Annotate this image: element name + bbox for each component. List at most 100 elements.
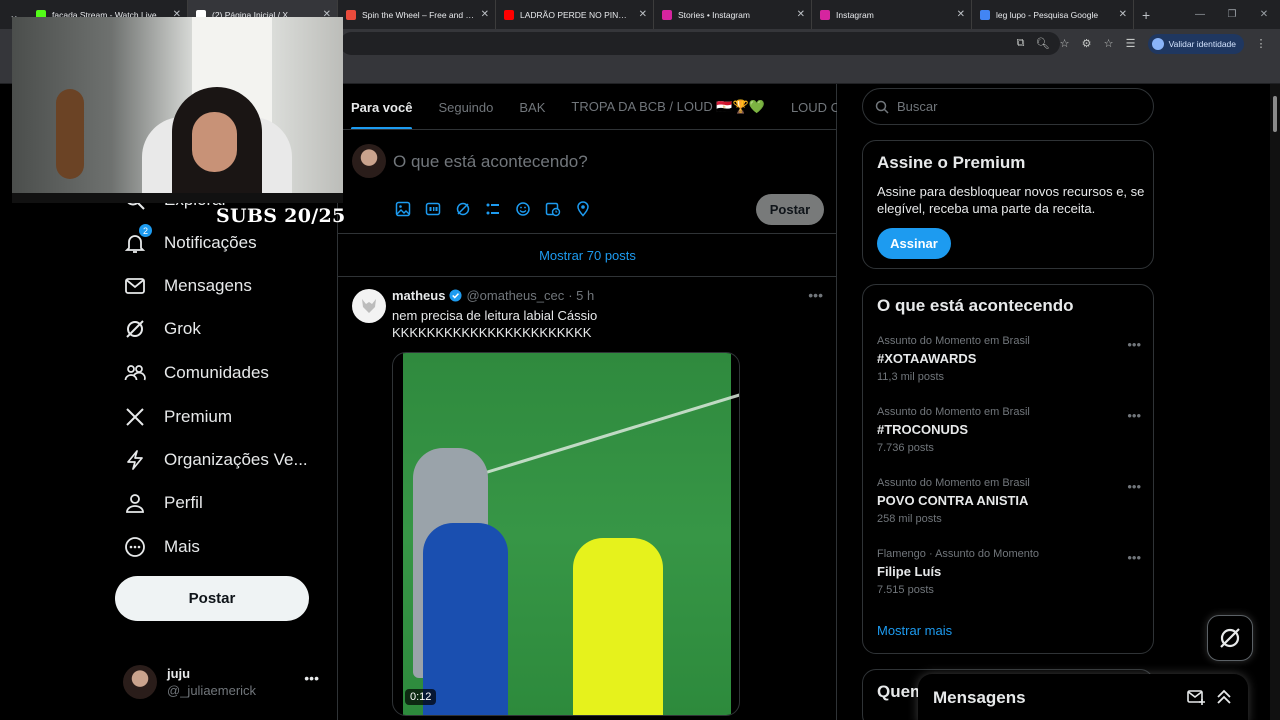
trend-more-icon[interactable]: •••	[1127, 337, 1141, 352]
minimize-icon[interactable]: —	[1184, 9, 1216, 20]
bell-icon: 2	[123, 224, 152, 255]
window-controls: — ❐ ✕	[1184, 0, 1280, 29]
kebab-menu-icon[interactable]: ⋮	[1250, 33, 1272, 55]
show-new-posts-link[interactable]: Mostrar 70 posts	[338, 234, 837, 277]
image-icon[interactable]	[394, 200, 412, 218]
tab-close-icon[interactable]: ✕	[639, 9, 647, 20]
nav-item-mensagens[interactable]: Mensagens	[123, 268, 252, 304]
nav-item-organiza-es-ve[interactable]: Organizações Ve...	[123, 442, 308, 478]
browser-tab[interactable]: Stories • Instagram ✕	[654, 0, 812, 29]
x-logo-icon	[123, 405, 147, 429]
messages-drawer[interactable]: Mensagens	[918, 674, 1248, 720]
search-input[interactable]	[897, 99, 1137, 114]
more-dots-icon[interactable]: •••	[304, 670, 319, 686]
tweet-author-name[interactable]: matheus	[392, 288, 445, 303]
search-box[interactable]	[862, 88, 1154, 125]
timeline-tab[interactable]: Para você	[338, 84, 425, 129]
browser-tab[interactable]: LADRÃO PERDE NO PINOTE E ✕	[496, 0, 654, 29]
zoom-icon[interactable]: 🔍︎	[1032, 33, 1054, 55]
nav-item-premium[interactable]: Premium	[123, 399, 232, 435]
schedule-icon[interactable]	[544, 200, 562, 218]
validar-identidade-button[interactable]: Validar identidade	[1147, 33, 1244, 54]
grok-floating-button[interactable]	[1207, 615, 1253, 661]
close-window-icon[interactable]: ✕	[1248, 9, 1280, 20]
nav-item-grok[interactable]: Grok	[123, 311, 201, 347]
trend-context: Assunto do Momento em Brasil	[877, 406, 1030, 418]
trend-item[interactable]: Assunto do Momento em Brasil POVO CONTRA …	[877, 477, 1147, 537]
tab-favicon-icon	[346, 9, 356, 20]
bookmark-star-icon[interactable]: ☆	[1054, 33, 1076, 55]
browser-tab[interactable]: Instagram ✕	[812, 0, 972, 29]
nav-item-label: Grok	[164, 319, 201, 338]
tweet-more-icon[interactable]: •••	[808, 287, 823, 303]
tab-label: Stories • Instagram	[678, 9, 750, 20]
page-scrollbar[interactable]	[1270, 84, 1280, 720]
subscribe-button[interactable]: Assinar	[877, 228, 951, 259]
trend-context: Assunto do Momento em Brasil	[877, 335, 1030, 347]
tweet-author-handle[interactable]: @omatheus_cec	[466, 288, 564, 303]
timeline-tab[interactable]: Seguindo	[425, 84, 506, 129]
trend-post-count: 258 mil posts	[877, 513, 942, 525]
profile-avatar-icon	[1151, 37, 1164, 50]
tweet-text: nem precisa de leitura labial Cássio KKK…	[392, 308, 598, 340]
grok-icon[interactable]	[454, 200, 472, 218]
tab-close-icon[interactable]: ✕	[957, 9, 965, 20]
install-app-icon[interactable]: ⧉	[1010, 33, 1032, 55]
nav-item-label: Mais	[164, 537, 200, 556]
trend-name: POVO CONTRA ANISTIA	[877, 493, 1029, 508]
address-bar[interactable]	[340, 32, 1060, 55]
subs-counter: SUBS 20/25	[216, 205, 346, 227]
timeline-tabs: Para você Seguindo BAK TROPA DA BCB / LOUD …	[338, 84, 837, 130]
post-button[interactable]: Postar	[115, 576, 309, 621]
timeline-tab[interactable]: TROPA DA BCB / LOUD 🇪🇬🏆💚	[558, 84, 778, 129]
nav-item-notifica-es[interactable]: 2 Notificações	[123, 224, 257, 261]
account-switcher[interactable]: juju @_juliaemerick •••	[123, 660, 333, 704]
account-name: juju	[167, 666, 191, 681]
location-icon[interactable]	[574, 200, 592, 218]
expand-chevrons-icon[interactable]	[1214, 687, 1234, 707]
trend-context: Flamengo · Assunto do Momento	[877, 548, 1040, 560]
new-message-icon[interactable]	[1186, 687, 1206, 707]
trend-more-icon[interactable]: •••	[1127, 479, 1141, 494]
tab-favicon-icon	[662, 9, 672, 20]
nav-item-mais[interactable]: Mais	[123, 529, 200, 565]
show-more-link[interactable]: Mostrar mais	[877, 623, 952, 638]
lightning-icon	[123, 448, 147, 472]
composer: O que está acontecendo? Postar	[338, 130, 837, 234]
browser-tab[interactable]: Spin the Wheel – Free and easy ✕	[338, 0, 496, 29]
restore-icon[interactable]: ❐	[1216, 9, 1248, 20]
tab-favicon-icon	[980, 9, 990, 20]
grok-icon	[1220, 628, 1240, 648]
nav-item-comunidades[interactable]: Comunidades	[123, 355, 269, 391]
tab-close-icon[interactable]: ✕	[1119, 9, 1127, 20]
tweet[interactable]: matheus @omatheus_cec · 5 h ••• nem prec…	[338, 277, 837, 720]
new-tab-button[interactable]: +	[1142, 7, 1150, 23]
nav-item-perfil[interactable]: Perfil	[123, 485, 203, 521]
timeline-tab[interactable]: LOUD Co	[778, 84, 837, 129]
compose-post-button[interactable]: Postar	[756, 194, 824, 225]
tweet-video[interactable]: 0:12	[392, 352, 740, 716]
avatar[interactable]	[352, 289, 386, 323]
poll-icon[interactable]	[484, 200, 502, 218]
tweet-time[interactable]: · 5 h	[568, 288, 594, 303]
extensions-icon[interactable]: ⚙︎	[1076, 33, 1098, 55]
nav-item-label: Comunidades	[164, 363, 269, 382]
trend-item[interactable]: Assunto do Momento em Brasil #XOTAAWARDS 1…	[877, 335, 1147, 395]
trend-name: #TROCONUDS	[877, 422, 969, 437]
trend-item[interactable]: Flamengo · Assunto do Momento Filipe Luís…	[877, 548, 1147, 608]
scrollbar-thumb[interactable]	[1273, 96, 1277, 132]
bookmarks-icon[interactable]: ☆	[1098, 33, 1120, 55]
browser-tab[interactable]: leg lupo - Pesquisa Google ✕	[972, 0, 1134, 29]
trend-item[interactable]: Assunto do Momento em Brasil #TROCONUDS 7.…	[877, 406, 1147, 466]
timeline: Para você Seguindo BAK TROPA DA BCB / LOUD …	[337, 84, 837, 720]
trend-more-icon[interactable]: •••	[1127, 408, 1141, 423]
tab-close-icon[interactable]: ✕	[481, 9, 489, 20]
tab-close-icon[interactable]: ✕	[797, 9, 805, 20]
trend-more-icon[interactable]: •••	[1127, 550, 1141, 565]
reading-list-icon[interactable]: ☰	[1120, 33, 1142, 55]
compose-input[interactable]: O que está acontecendo?	[393, 152, 588, 172]
emoji-icon[interactable]	[514, 200, 532, 218]
gif-icon[interactable]	[424, 200, 442, 218]
webcam-overlay	[12, 17, 343, 203]
timeline-tab[interactable]: BAK	[506, 84, 558, 129]
